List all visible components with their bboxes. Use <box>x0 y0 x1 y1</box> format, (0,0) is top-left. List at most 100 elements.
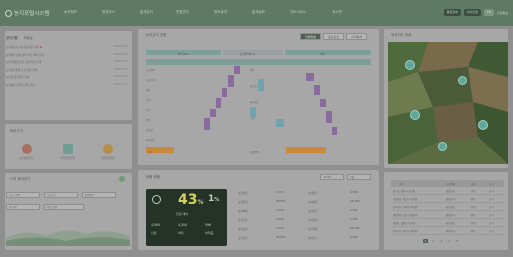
filter-row: 리 선택 지번 입력 <box>6 204 84 210</box>
stat-row: 농지교환 2.50% 농지정비 2.50% <box>238 218 359 222</box>
prev-page-icon[interactable]: ‹ <box>415 239 420 243</box>
search-button[interactable]: 통합검색 <box>443 9 461 16</box>
change-bar <box>210 109 216 117</box>
quick-link-item[interactable]: 지목변경조회 <box>51 144 85 160</box>
row-label: 전용 <box>250 69 255 72</box>
page-number[interactable]: 3 <box>439 239 444 243</box>
nav-item[interactable]: 통계정보 <box>252 10 265 15</box>
city-select[interactable]: 시/군/구 <box>44 192 78 198</box>
table-row[interactable]: 강원도 철원군 동송읍 자료검토 진행 보기 <box>391 219 504 227</box>
row-label: 전용 <box>146 119 151 122</box>
table-row[interactable]: 충청남도 당진시 송악읍 현장조사 완료 보기 <box>391 195 504 203</box>
logo[interactable]: 농지포털시스템 <box>5 9 49 17</box>
notice-date: 2023.03.18 <box>113 52 128 56</box>
notice-title: 시스템 정기점검 안내 <box>6 76 30 79</box>
year-select[interactable]: 2023년 <box>320 174 344 180</box>
change-bar <box>228 75 234 87</box>
tab-library[interactable]: 자료실 <box>24 35 33 40</box>
leaf-logo-icon <box>5 9 12 17</box>
table-row[interactable]: 경상북도 상주시 함창읍 현장조사 완료 보기 <box>391 211 504 219</box>
nav-item[interactable]: 농지정보 <box>64 10 77 15</box>
notice-title: 농지 임대차 신고 절차 변경 안내 <box>6 61 42 64</box>
summary-card: 43% 1% 전년 대비 4,900 신청 4,304 처리 596 처리중 <box>146 189 227 246</box>
map-marker-icon[interactable] <box>458 76 467 85</box>
map-marker-icon[interactable] <box>405 60 415 70</box>
tab-overview[interactable]: 전체현황 <box>300 33 322 40</box>
change-bar <box>204 118 210 130</box>
change-bar <box>314 85 320 95</box>
month-select[interactable]: 3월 <box>347 174 371 180</box>
section-title: 바로가기 <box>10 129 23 133</box>
top-utilities: 통합검색 사이트맵 EN 홍길동님 <box>443 9 508 16</box>
table-row[interactable]: 전라남도 나주시 왕곡면 현장조사 완료 보기 <box>391 227 504 235</box>
language-button[interactable]: EN <box>483 9 494 16</box>
nav-item[interactable]: 현장조사 <box>102 10 115 15</box>
nav-item[interactable]: 통계분석 <box>140 10 153 15</box>
list-item[interactable]: 농지대장 전산화 추진 안내 2023.03.01 <box>6 82 128 90</box>
stat-row: 농지조성 28.00% 농지복구 4.50% <box>238 236 359 240</box>
analysis-tabs: 전체현황 증감요인 지역통계 <box>300 33 368 40</box>
user-menu[interactable]: 홍길동님 <box>497 11 508 15</box>
nav-item[interactable]: 지도서비스 <box>290 10 306 15</box>
tab-notice[interactable]: 공지사항 <box>6 35 18 40</box>
stat-label: 처리 <box>178 231 184 235</box>
map-marker-icon[interactable] <box>478 120 488 130</box>
town-select[interactable]: 읍/면/동 <box>82 192 116 198</box>
section-title: 현황 현황 <box>146 175 160 179</box>
page-number[interactable]: 5 <box>455 239 460 243</box>
province-select[interactable]: 시/도 선택 <box>6 192 40 198</box>
section-title: 나의 즐겨찾기 <box>10 177 31 181</box>
page-number[interactable]: 1 <box>423 239 428 243</box>
table-header-bar <box>285 50 371 55</box>
lot-input[interactable]: 지번 입력 <box>44 204 84 210</box>
village-select[interactable]: 리 선택 <box>6 204 40 210</box>
next-page-icon[interactable]: › <box>463 239 468 243</box>
change-bar <box>258 79 264 91</box>
quick-link-item[interactable]: 농업진흥지역 <box>91 144 125 160</box>
tab-regional[interactable]: 지역통계 <box>346 33 368 40</box>
mountain-icon <box>62 144 73 154</box>
table-row[interactable]: 전라북도 김제시 백구면 자료검토 진행 보기 <box>391 203 504 211</box>
quick-links: 농지민원신고 지목변경조회 농업진흥지역 <box>10 144 125 160</box>
row-label: 유휴화 <box>146 129 153 132</box>
notice-title: 농지원부 통합 정비 추진 계획 안내 <box>6 53 44 57</box>
stat-value: 4,304 <box>178 223 188 227</box>
add-icon[interactable] <box>119 176 125 182</box>
quick-link-label: 농지민원신고 <box>19 157 35 160</box>
page-number[interactable]: 2 <box>431 239 436 243</box>
row-label: 개간 <box>146 89 151 92</box>
satellite-map[interactable] <box>388 42 508 164</box>
sitemap-button[interactable]: 사이트맵 <box>463 9 481 16</box>
target-icon <box>22 144 32 154</box>
tree-icon <box>103 144 113 154</box>
table-row[interactable]: 경기도 화성시 송산면 현장조사 완료 보기 <box>391 187 504 195</box>
survey-table: 지역 조사현황 상태 보기 경기도 화성시 송산면 현장조사 완료 보기 충청남도 당… <box>391 180 504 235</box>
top-navigation-bar: 농지포털시스템 농지정보 현장조사 통계분석 민원관리 정보공개 통계정보 지도… <box>0 0 513 26</box>
notice-date: 2023.03.15 <box>113 60 128 63</box>
change-bar <box>332 127 337 135</box>
waterfall-chart <box>146 59 371 153</box>
quick-link-item[interactable]: 농지민원신고 <box>10 144 44 160</box>
list-item[interactable]: 농지이용실태 조사 일정 안내 2023.03.10 <box>6 67 128 75</box>
nav-item[interactable]: 게시판 <box>332 10 342 15</box>
row-label: 복구 <box>146 109 151 112</box>
list-item[interactable]: 농지정보시스템 기능개선 안내 2023.03.20 <box>6 44 128 52</box>
row-label: 기타감소 <box>146 139 156 142</box>
list-item[interactable]: 시스템 정기점검 안내 2023.03.05 <box>6 74 128 82</box>
section-title: 위성지도 현황 <box>391 33 412 37</box>
page-number[interactable]: 4 <box>447 239 452 243</box>
column-header: 증감면적(ha) <box>240 53 255 56</box>
notice-date: 2023.03.10 <box>113 67 128 71</box>
stat-label: 처리중 <box>205 231 214 235</box>
tab-factors[interactable]: 증감요인 <box>323 33 345 40</box>
nav-item[interactable]: 민원관리 <box>176 10 189 15</box>
notice-date: 2023.03.05 <box>113 75 128 78</box>
nav-item[interactable]: 정보공개 <box>214 10 227 15</box>
stat-row: 농지임대 28.00% 농지처분 28.00% <box>238 200 360 204</box>
column-header: 면적(ha) <box>178 53 189 56</box>
list-item[interactable]: 농지원부 통합 정비 추진 계획 안내 2023.03.18 <box>6 52 128 60</box>
quick-link-label: 지목변경조회 <box>60 157 75 160</box>
map-marker-icon[interactable] <box>410 110 420 120</box>
map-marker-icon[interactable] <box>438 142 447 151</box>
list-item[interactable]: 농지 임대차 신고 절차 변경 안내 2023.03.15 <box>6 59 128 67</box>
